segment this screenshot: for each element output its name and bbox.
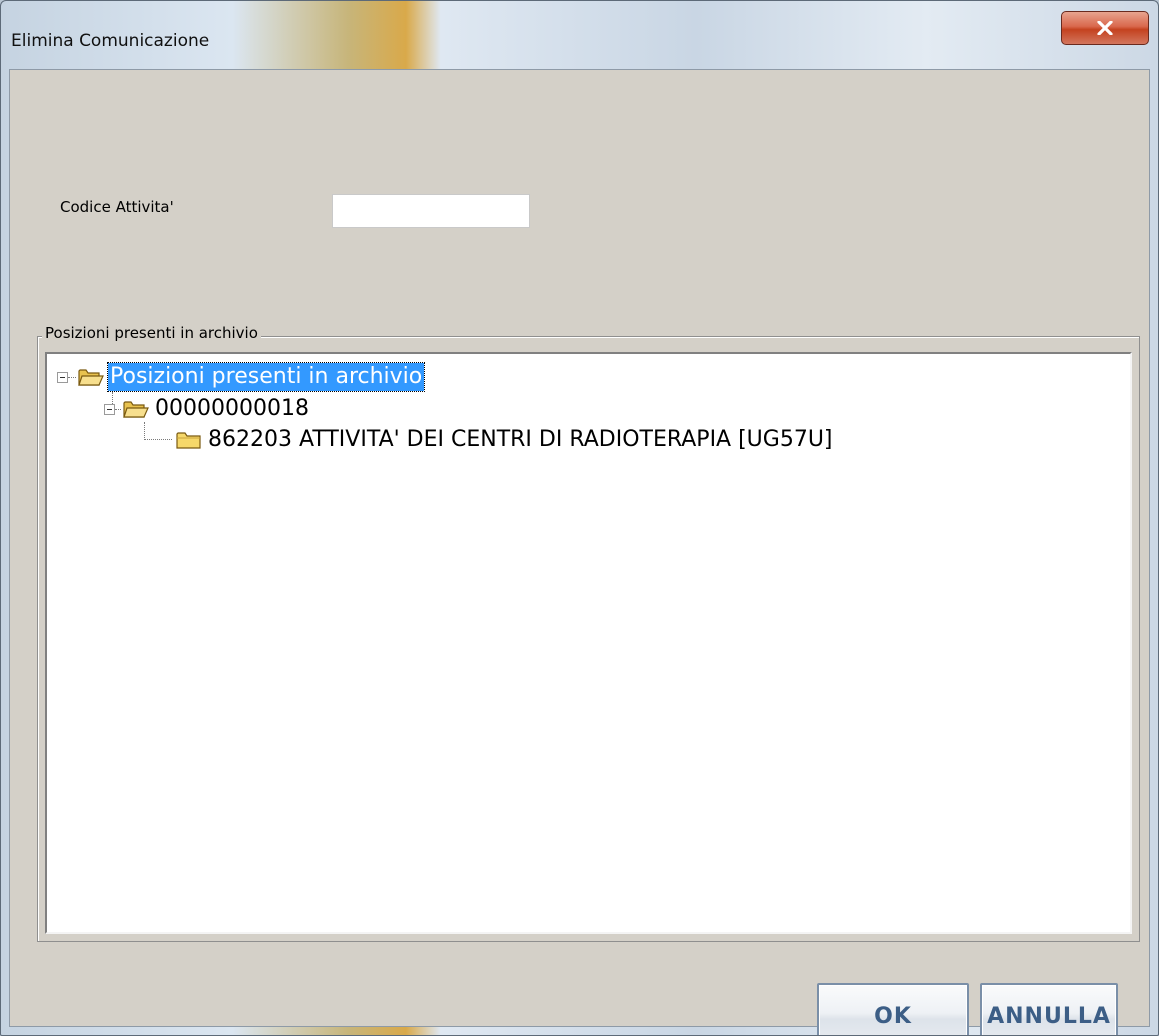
ok-button[interactable]: OK [817, 983, 969, 1035]
archive-tree[interactable]: Posizioni presenti in archivio 000000000… [45, 352, 1132, 934]
dialog-client-area: Codice Attivita' Posizioni presenti in a… [9, 69, 1150, 1035]
tree-node-label[interactable]: 862203 ATTIVITA' DEI CENTRI DI RADIOTERA… [206, 426, 835, 454]
dialog-window: Elimina Comunicazione Codice Attivita' P… [0, 0, 1159, 1036]
folder-open-icon [76, 367, 108, 387]
window-title: Elimina Comunicazione [11, 31, 210, 51]
tree-node-label[interactable]: 00000000018 [153, 395, 311, 423]
groupbox-legend: Posizioni presenti in archivio [42, 324, 261, 342]
tree-connector [144, 439, 172, 440]
title-bar[interactable]: Elimina Comunicazione [1, 1, 1158, 69]
tree-node-root[interactable]: Posizioni presenti in archivio [57, 362, 426, 392]
tree-node-label[interactable]: Posizioni presenti in archivio [106, 362, 426, 392]
tree-connector [144, 422, 145, 440]
collapse-icon[interactable] [104, 403, 115, 415]
close-icon [1097, 21, 1113, 35]
folder-open-icon [121, 399, 153, 419]
codice-attivita-label: Codice Attivita' [60, 198, 174, 216]
close-button[interactable] [1061, 11, 1149, 45]
folder-icon [174, 430, 206, 450]
tree-node-child[interactable]: 00000000018 [104, 394, 311, 424]
cancel-button[interactable]: ANNULLA [980, 983, 1118, 1035]
codice-attivita-input[interactable] [332, 194, 530, 228]
collapse-icon[interactable] [57, 371, 68, 383]
tree-node-leaf[interactable]: 862203 ATTIVITA' DEI CENTRI DI RADIOTERA… [174, 425, 835, 455]
